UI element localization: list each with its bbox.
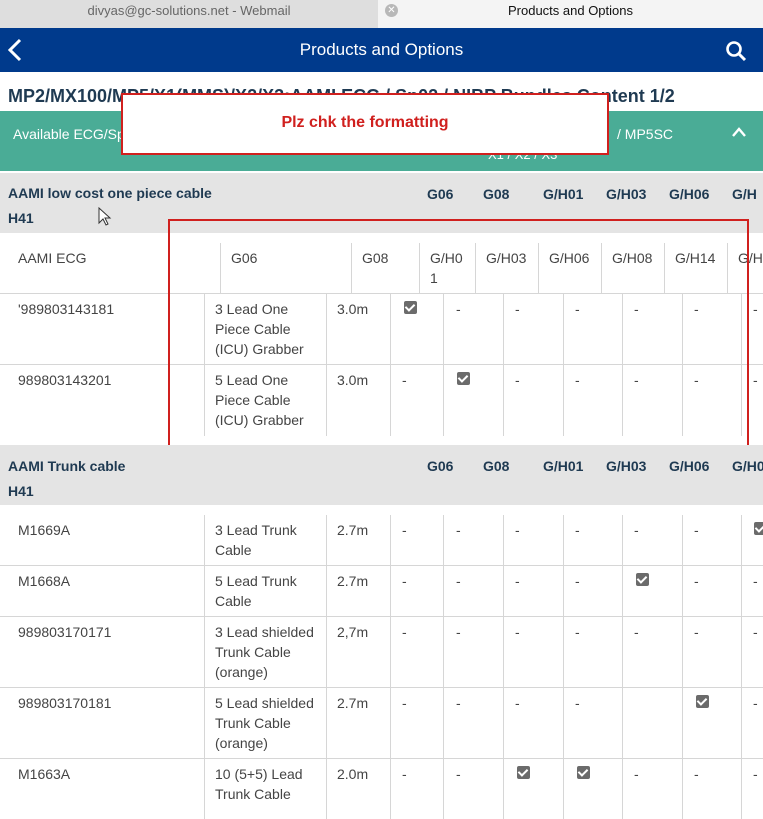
column-header: G06 bbox=[427, 186, 454, 202]
checkmark-icon bbox=[636, 573, 649, 586]
table-row[interactable]: 989803170181 5 Lead shielded Trunk Cable… bbox=[0, 688, 763, 759]
cell-value: - bbox=[515, 624, 520, 640]
cable-length: 2,7m bbox=[337, 624, 369, 640]
cell-value: - bbox=[402, 695, 407, 711]
browser-tab-products[interactable]: ✕ Products and Options bbox=[378, 0, 763, 28]
cable-length: 2.7m bbox=[337, 573, 369, 589]
cell-value: - bbox=[402, 573, 407, 589]
cell-value: - bbox=[456, 695, 461, 711]
cell-value: - bbox=[402, 624, 407, 640]
browser-tab-webmail[interactable]: divyas@gc-solutions.net - Webmail bbox=[0, 0, 378, 28]
cell-value: - bbox=[456, 766, 461, 782]
search-icon[interactable] bbox=[724, 40, 748, 62]
column-header: G/H03 bbox=[606, 186, 647, 202]
column-header: G/H01 bbox=[543, 186, 584, 202]
cell-value: - bbox=[575, 695, 580, 711]
chevron-up-icon[interactable] bbox=[731, 125, 747, 139]
mouse-cursor-icon bbox=[98, 207, 112, 226]
table-row[interactable]: M1668A 5 Lead Trunk Cable 2.7m - - - - -… bbox=[0, 566, 763, 617]
description: 10 (5+5) Lead bbox=[215, 766, 303, 782]
cell-value: - bbox=[575, 573, 580, 589]
cell-value: - bbox=[515, 522, 520, 538]
cell-value: - bbox=[694, 522, 699, 538]
description: 3 Lead shielded bbox=[215, 624, 314, 640]
cell-value: - bbox=[694, 766, 699, 782]
part-number: M1668A bbox=[18, 573, 71, 589]
description: Cable bbox=[215, 542, 252, 558]
cell-value: - bbox=[634, 766, 639, 782]
part-number: '989803143181 bbox=[18, 301, 115, 317]
description: Trunk Cable bbox=[215, 644, 291, 660]
cell-value: - bbox=[402, 522, 407, 538]
part-number: 989803170181 bbox=[18, 695, 112, 711]
cell-value: - bbox=[753, 766, 758, 782]
cell-value: - bbox=[753, 624, 758, 640]
cable-length: 2.7m bbox=[337, 695, 369, 711]
description: (orange) bbox=[215, 664, 268, 680]
section-subtitle: H41 bbox=[8, 483, 34, 499]
column-header: G/H06 bbox=[669, 458, 710, 474]
part-number: 989803143201 bbox=[18, 372, 112, 388]
column-header: G/H06 bbox=[669, 186, 710, 202]
cell-value: - bbox=[575, 624, 580, 640]
column-header: G/H01 bbox=[543, 458, 584, 474]
column-header: G/H03 bbox=[606, 458, 647, 474]
cell-value: - bbox=[753, 301, 758, 317]
description: Trunk Cable bbox=[215, 715, 291, 731]
description: Trunk Cable bbox=[215, 786, 291, 802]
tab-label: divyas@gc-solutions.net - Webmail bbox=[87, 3, 291, 18]
cell-value: - bbox=[515, 573, 520, 589]
column-header: G08 bbox=[483, 458, 510, 474]
cell-value: - bbox=[456, 522, 461, 538]
cell-value: - bbox=[753, 695, 758, 711]
section-title: AAMI Trunk cable bbox=[8, 458, 126, 474]
cell-value: - bbox=[753, 372, 758, 388]
section-title: AAMI low cost one piece cable bbox=[8, 185, 212, 201]
annotation-text: Plz chk the formatting bbox=[281, 114, 449, 131]
part-number: M1669A bbox=[18, 522, 71, 538]
subheader-label: AAMI ECG bbox=[18, 250, 87, 266]
accordion-text: Available ECG/Sp bbox=[13, 126, 125, 142]
cell-value: - bbox=[694, 624, 699, 640]
accordion-text-right: / MP5SC bbox=[617, 126, 674, 142]
column-header: G/H0 bbox=[732, 458, 763, 474]
section-subtitle: H41 bbox=[8, 210, 34, 226]
cable-length: 2.0m bbox=[337, 766, 369, 782]
part-number: 989803170171 bbox=[18, 624, 112, 640]
highlight-box bbox=[168, 219, 749, 453]
cell-value: - bbox=[402, 766, 407, 782]
description: 5 Lead Trunk bbox=[215, 573, 297, 589]
description: 3 Lead Trunk bbox=[215, 522, 297, 538]
checkmark-icon bbox=[754, 522, 763, 535]
checkmark-icon bbox=[517, 766, 530, 779]
part-number: M1663A bbox=[18, 766, 71, 782]
checkmark-icon bbox=[696, 695, 709, 708]
table-row[interactable]: M1663A 10 (5+5) Lead Trunk Cable 2.0m - … bbox=[0, 759, 763, 819]
cell-value: - bbox=[753, 573, 758, 589]
cell-value: - bbox=[456, 573, 461, 589]
description: (orange) bbox=[215, 735, 268, 751]
description: Cable bbox=[215, 593, 252, 609]
table-row[interactable]: M1669A 3 Lead Trunk Cable 2.7m - - - - -… bbox=[0, 515, 763, 566]
cell-value: - bbox=[634, 624, 639, 640]
column-header: G08 bbox=[483, 186, 510, 202]
app-header: Products and Options bbox=[0, 28, 763, 72]
description: 5 Lead shielded bbox=[215, 695, 314, 711]
column-header: G/H bbox=[732, 186, 757, 202]
cell-value: - bbox=[575, 522, 580, 538]
section-header-trunk: AAMI Trunk cable H41 G06 G08 G/H01 G/H03… bbox=[0, 445, 763, 505]
cell-value: - bbox=[634, 522, 639, 538]
checkmark-icon bbox=[577, 766, 590, 779]
cable-length: 2.7m bbox=[337, 522, 369, 538]
cell-value: - bbox=[694, 573, 699, 589]
cell-value: - bbox=[456, 624, 461, 640]
header-title: Products and Options bbox=[299, 40, 464, 59]
table-row[interactable]: 989803170171 3 Lead shielded Trunk Cable… bbox=[0, 617, 763, 688]
annotation-note: Plz chk the formatting bbox=[121, 93, 609, 155]
tab-label: Products and Options bbox=[507, 3, 634, 18]
cell-value: - bbox=[515, 695, 520, 711]
column-header: G06 bbox=[427, 458, 454, 474]
